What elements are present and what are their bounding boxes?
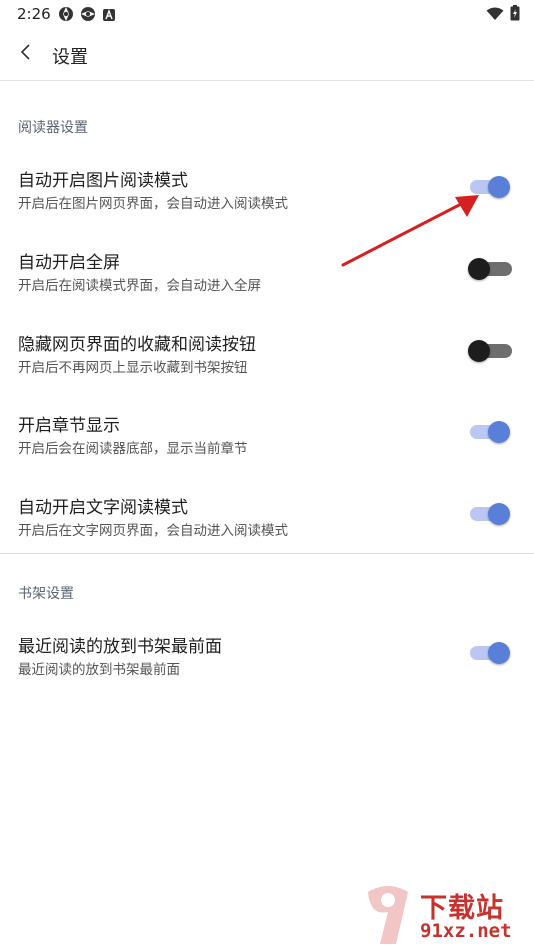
status-time: 2:26 [17,5,51,23]
toggle-switch-chapter-display[interactable] [470,417,512,445]
status-notification-icons [58,6,116,26]
switch-thumb [488,503,510,525]
setting-row-recent-to-front[interactable]: 最近阅读的放到书架最前面 最近阅读的放到书架最前面 [0,632,534,714]
section-divider [0,553,534,554]
setting-title: 最近阅读的放到书架最前面 [18,637,222,657]
aperture-icon-2 [80,6,96,26]
switch-thumb [488,642,510,664]
annotation-arrow-icon [341,195,479,267]
setting-description: 开启后在图片网页界面，会自动进入阅读模式 [18,196,288,212]
chevron-left-icon [19,43,33,65]
setting-description: 开启后在阅读模式界面，会自动进入全屏 [18,278,261,294]
setting-description: 开启后不再网页上显示收藏到书架按钮 [18,360,248,376]
setting-title: 开启章节显示 [18,416,120,436]
setting-row-hide-favorite-buttons[interactable]: 隐藏网页界面的收藏和阅读按钮 开启后不再网页上显示收藏到书架按钮 [0,330,534,412]
setting-description: 最近阅读的放到书架最前面 [18,662,180,678]
wifi-icon [486,6,504,25]
setting-row-chapter-display[interactable]: 开启章节显示 开启后会在阅读器底部，显示当前章节 [0,411,534,493]
status-system-icons [486,5,520,25]
aperture-icon [58,6,74,26]
toggle-switch-hide-favorite-buttons[interactable] [468,336,512,364]
app-a-icon [102,7,116,26]
toggle-switch-recent-to-front[interactable] [470,638,512,666]
page-title: 设置 [52,47,88,68]
section-header-bookshelf: 书架设置 [18,586,74,602]
setting-title: 自动开启全屏 [18,253,120,273]
toggle-switch-auto-text-reader[interactable] [470,499,512,527]
battery-icon [510,5,520,25]
toolbar: 设置 [0,28,534,81]
watermark: 下载站 91xz.net [358,882,528,946]
back-button[interactable] [10,38,42,70]
setting-title: 隐藏网页界面的收藏和阅读按钮 [18,335,256,355]
setting-description: 开启后会在阅读器底部，显示当前章节 [18,441,248,457]
setting-description: 开启后在文字网页界面，会自动进入阅读模式 [18,523,288,539]
section-header-reader: 阅读器设置 [18,120,88,136]
switch-thumb [488,421,510,443]
watermark-url: 91xz.net [420,920,512,942]
switch-thumb [468,340,490,362]
watermark-logo-icon [368,886,408,944]
setting-title: 自动开启图片阅读模式 [18,171,188,191]
setting-row-auto-text-reader[interactable]: 自动开启文字阅读模式 开启后在文字网页界面，会自动进入阅读模式 [0,493,534,575]
setting-title: 自动开启文字阅读模式 [18,498,188,518]
status-bar: 2:26 [0,0,534,28]
